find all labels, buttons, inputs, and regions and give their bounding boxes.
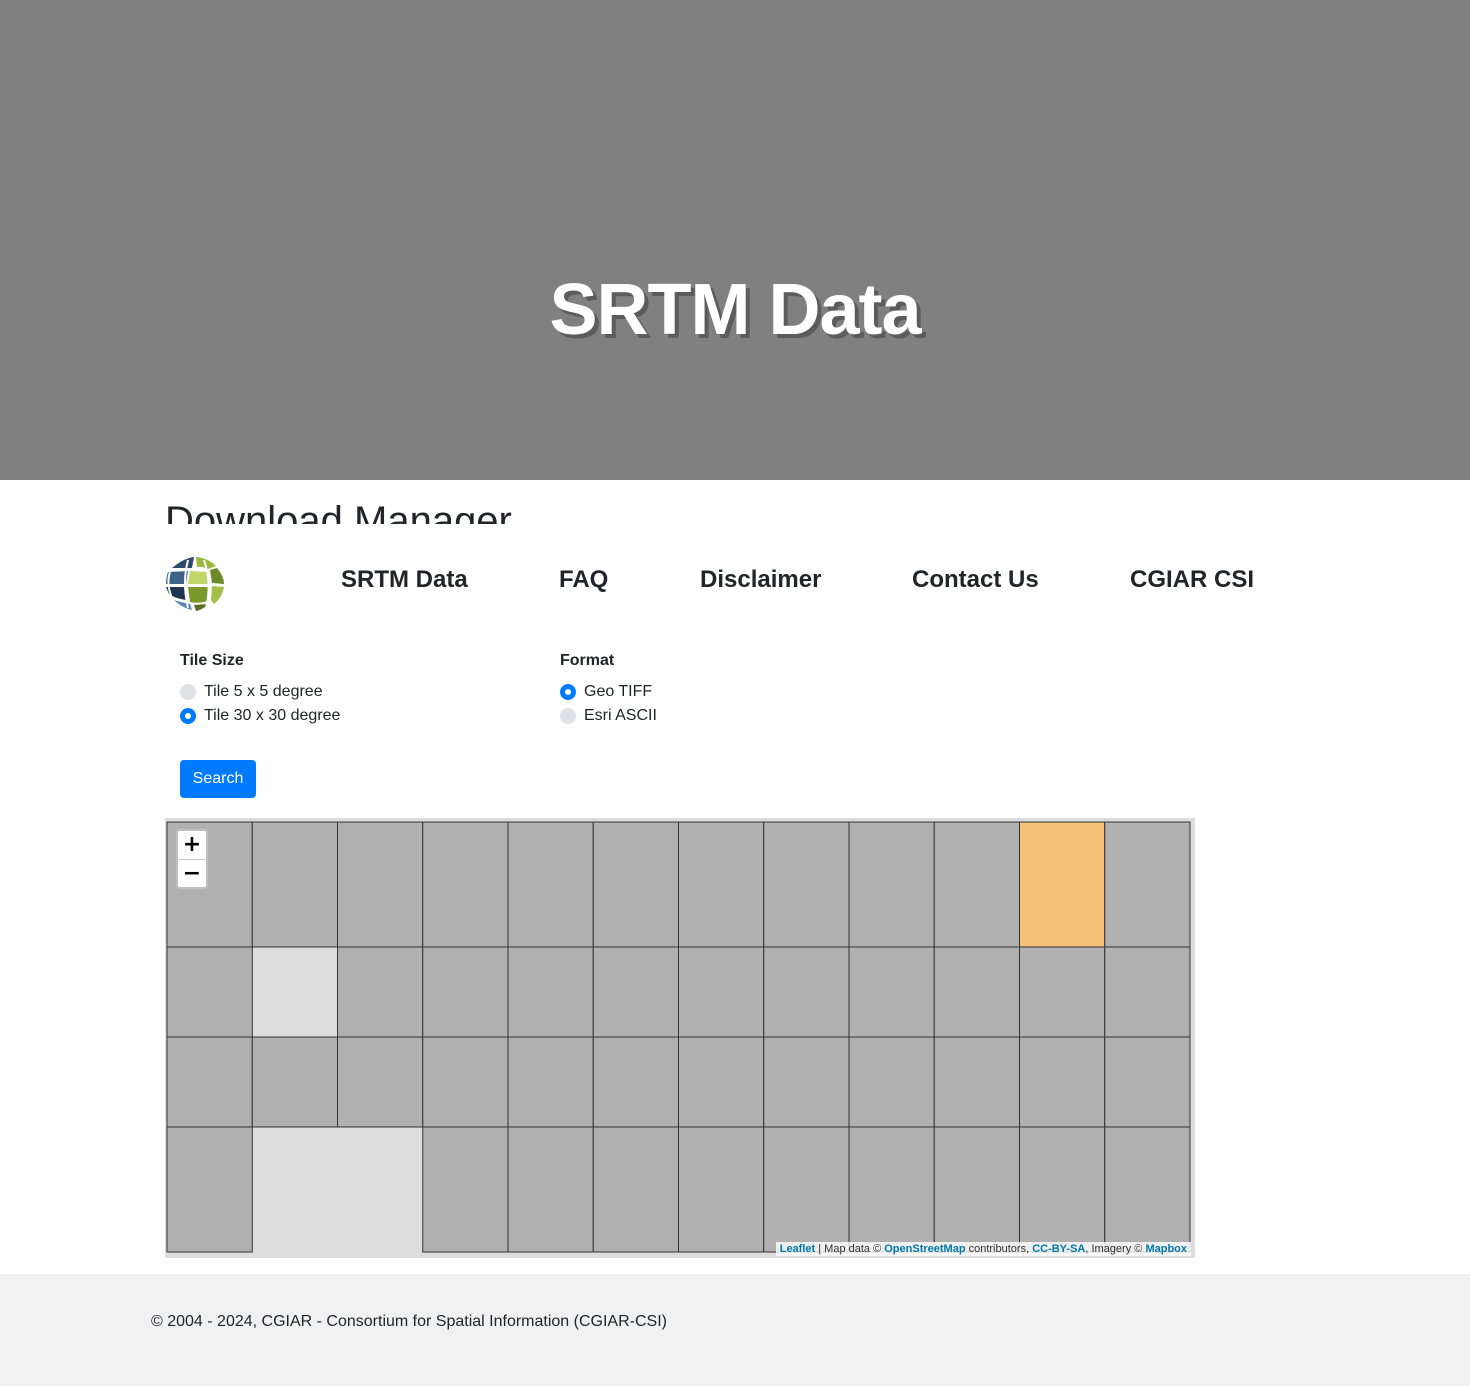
attribution-imagery: , Imagery © bbox=[1085, 1243, 1146, 1255]
map-tile[interactable] bbox=[507, 1126, 594, 1253]
geotiff-option[interactable]: Geo TIFF bbox=[560, 682, 652, 702]
map-tile[interactable] bbox=[678, 821, 765, 948]
tile-30-option[interactable]: Tile 30 x 30 degree bbox=[180, 706, 340, 726]
map-tile[interactable] bbox=[592, 821, 679, 948]
geotiff-radio[interactable] bbox=[560, 684, 576, 700]
map-tile[interactable] bbox=[337, 821, 424, 948]
map-tile[interactable] bbox=[1104, 946, 1191, 1038]
map-attribution: Leaflet | Map data © OpenStreetMap contr… bbox=[775, 1242, 1191, 1256]
map-tile[interactable] bbox=[592, 1126, 679, 1253]
footer-copyright: © 2004 - 2024, CGIAR - Consortium for Sp… bbox=[151, 1313, 667, 1330]
map-tile[interactable] bbox=[507, 821, 594, 948]
map-tile[interactable] bbox=[678, 1126, 765, 1253]
map-tile[interactable] bbox=[848, 1036, 935, 1128]
map-tile[interactable] bbox=[678, 946, 765, 1038]
tile-5-label: Tile 5 x 5 degree bbox=[204, 683, 323, 700]
map-tile[interactable] bbox=[848, 946, 935, 1038]
esri-ascii-radio[interactable] bbox=[560, 708, 576, 724]
map-tile[interactable] bbox=[592, 946, 679, 1038]
map-tile[interactable] bbox=[422, 821, 509, 948]
map-tile[interactable] bbox=[251, 1036, 338, 1128]
tile-5-radio[interactable] bbox=[180, 684, 196, 700]
map-tile[interactable] bbox=[933, 821, 1020, 948]
map-tile[interactable] bbox=[1104, 1126, 1191, 1253]
map-tile[interactable] bbox=[422, 946, 509, 1038]
hero-banner: SRTM Data bbox=[0, 0, 1470, 480]
map-tile[interactable] bbox=[337, 1036, 424, 1128]
map-tile[interactable] bbox=[337, 946, 424, 1038]
map-tile[interactable] bbox=[763, 1036, 850, 1128]
map-tile[interactable] bbox=[1104, 1036, 1191, 1128]
map-tile[interactable] bbox=[592, 1036, 679, 1128]
map-tile[interactable] bbox=[166, 946, 253, 1038]
format-label: Format bbox=[560, 652, 615, 669]
map-tile[interactable] bbox=[251, 821, 338, 948]
map-tile[interactable] bbox=[763, 821, 850, 948]
footer: © 2004 - 2024, CGIAR - Consortium for Sp… bbox=[0, 1274, 1470, 1386]
map-tile[interactable] bbox=[507, 1036, 594, 1128]
nav-srtm-data[interactable]: SRTM Data bbox=[341, 566, 468, 594]
esri-ascii-option[interactable]: Esri ASCII bbox=[560, 706, 657, 726]
tile-grid[interactable] bbox=[165, 818, 1195, 1258]
tile-size-label: Tile Size bbox=[180, 652, 244, 669]
map-tile[interactable] bbox=[507, 946, 594, 1038]
leaflet-link[interactable]: Leaflet bbox=[780, 1243, 815, 1255]
map-tile[interactable] bbox=[422, 1126, 509, 1253]
map-tile[interactable] bbox=[763, 1126, 850, 1253]
tile-map[interactable]: + − Leaflet | Map data © OpenStreetMap c… bbox=[165, 818, 1195, 1258]
map-tile[interactable] bbox=[678, 1036, 765, 1128]
zoom-control: + − bbox=[176, 829, 208, 889]
map-tile[interactable] bbox=[1104, 821, 1191, 948]
zoom-out-button[interactable]: − bbox=[178, 860, 206, 887]
esri-ascii-label: Esri ASCII bbox=[584, 707, 657, 724]
map-tile[interactable] bbox=[848, 1126, 935, 1253]
map-tile[interactable] bbox=[1019, 1036, 1106, 1128]
osm-link[interactable]: OpenStreetMap bbox=[884, 1243, 965, 1255]
zoom-in-button[interactable]: + bbox=[178, 831, 206, 860]
search-button[interactable]: Search bbox=[180, 760, 256, 798]
map-tile[interactable] bbox=[763, 946, 850, 1038]
map-tile[interactable] bbox=[1019, 946, 1106, 1038]
section-title: Download Manager bbox=[165, 499, 512, 524]
geotiff-label: Geo TIFF bbox=[584, 683, 653, 700]
globe-logo-icon[interactable] bbox=[164, 554, 226, 612]
map-tile[interactable] bbox=[933, 1036, 1020, 1128]
nav-cgiar-csi[interactable]: CGIAR CSI bbox=[1130, 566, 1254, 594]
attribution-contrib: contributors, bbox=[965, 1243, 1033, 1255]
tile-30-radio[interactable] bbox=[180, 708, 196, 724]
nav-contact-us[interactable]: Contact Us bbox=[912, 566, 1039, 594]
tile-5-option[interactable]: Tile 5 x 5 degree bbox=[180, 682, 323, 702]
map-tile[interactable] bbox=[848, 821, 935, 948]
map-tile[interactable] bbox=[933, 946, 1020, 1038]
map-tile[interactable] bbox=[422, 1036, 509, 1128]
mapbox-link[interactable]: Mapbox bbox=[1145, 1243, 1187, 1255]
map-tile[interactable] bbox=[166, 1126, 253, 1253]
license-link[interactable]: CC-BY-SA bbox=[1032, 1243, 1085, 1255]
tile-30-label: Tile 30 x 30 degree bbox=[204, 707, 341, 724]
nav-faq[interactable]: FAQ bbox=[559, 566, 608, 594]
nav-disclaimer[interactable]: Disclaimer bbox=[700, 566, 821, 594]
hero-title: SRTM Data bbox=[549, 270, 921, 350]
map-tile[interactable] bbox=[166, 1036, 253, 1128]
map-tile[interactable] bbox=[1019, 1126, 1106, 1253]
map-tile[interactable] bbox=[933, 1126, 1020, 1253]
selected-tile[interactable] bbox=[1019, 821, 1106, 948]
attribution-sep: | Map data © bbox=[815, 1243, 885, 1255]
